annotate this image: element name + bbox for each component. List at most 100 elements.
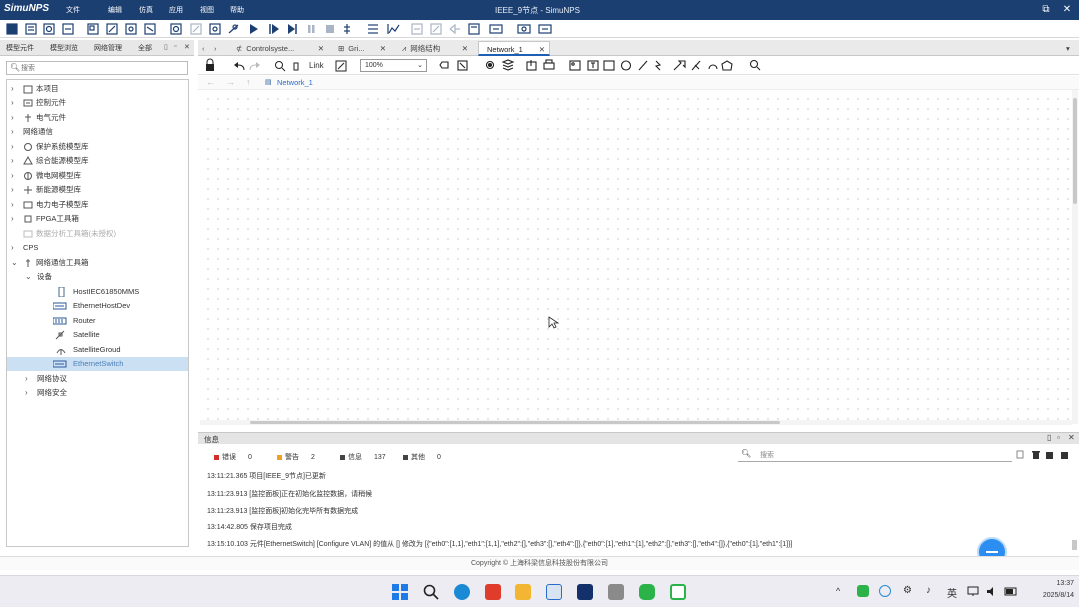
tab-all[interactable]: 全部 bbox=[138, 43, 152, 53]
tree-item-renewable[interactable]: › 新能源模型库 bbox=[7, 183, 188, 197]
tab-model-browser[interactable]: 模型浏览 bbox=[50, 43, 78, 53]
expand-arrow-icon[interactable]: › bbox=[11, 241, 19, 255]
canvas-vertical-scroll-thumb[interactable] bbox=[1073, 98, 1077, 204]
panel-float-icon[interactable]: ▯ bbox=[164, 43, 168, 51]
tab-scroll-right-icon[interactable]: › bbox=[214, 41, 217, 56]
tree-item-protection[interactable]: › 保护系统模型库 bbox=[7, 140, 188, 154]
zoom-select[interactable]: 100% ⌄ bbox=[360, 59, 427, 72]
tray-wechat-icon[interactable] bbox=[857, 585, 869, 597]
microphone-icon[interactable]: ♪ bbox=[926, 585, 931, 596]
tab-network-1[interactable]: Network_1 ✕ bbox=[478, 41, 550, 56]
tree-item-cps[interactable]: › CPS bbox=[7, 241, 188, 255]
search-icon[interactable] bbox=[423, 584, 439, 600]
expand-arrow-icon[interactable]: › bbox=[25, 386, 33, 400]
tab-close-icon[interactable]: ✕ bbox=[380, 41, 386, 56]
tree-item-fpga[interactable]: › FPGA工具箱 bbox=[7, 212, 188, 226]
tree-item-project[interactable]: › 本项目 bbox=[7, 82, 188, 96]
tree-item-protocols[interactable]: › 网络协议 bbox=[7, 372, 188, 386]
menu-edit[interactable]: 编辑 bbox=[108, 5, 122, 15]
tab-list-dropdown-icon[interactable]: ▾ bbox=[1066, 41, 1070, 56]
tab-network-manage[interactable]: 网络管理 bbox=[94, 43, 122, 53]
tree-item-network[interactable]: › 网络通信 bbox=[7, 125, 188, 139]
forward-arrow-icon[interactable]: → bbox=[226, 77, 235, 87]
tree-item-control[interactable]: › 控制元件 bbox=[7, 96, 188, 110]
battery-icon[interactable] bbox=[1004, 586, 1018, 597]
expand-arrow-icon[interactable]: › bbox=[11, 183, 19, 197]
tree-item-satellitegroud[interactable]: SatelliteGroud bbox=[7, 343, 188, 357]
tab-controlsystem[interactable]: ⊄ Controlsyste... ✕ bbox=[232, 41, 328, 56]
tree-item-electrical[interactable]: › 电气元件 bbox=[7, 111, 188, 125]
tree-item-satellite[interactable]: Satellite bbox=[7, 328, 188, 342]
clock-date[interactable]: 2025/8/14 bbox=[1028, 592, 1074, 599]
back-arrow-icon[interactable]: ← bbox=[206, 77, 215, 87]
menu-file[interactable]: 文件 bbox=[66, 5, 80, 15]
clock-time[interactable]: 13:37 bbox=[1044, 580, 1074, 587]
menu-simulate[interactable]: 仿真 bbox=[139, 5, 153, 15]
tab-close-icon[interactable]: ✕ bbox=[462, 41, 468, 56]
tab-close-icon[interactable]: ✕ bbox=[539, 42, 545, 57]
tab-close-icon[interactable]: ✕ bbox=[318, 41, 324, 56]
menu-view[interactable]: 视图 bbox=[200, 5, 214, 15]
expand-arrow-icon[interactable]: › bbox=[11, 111, 19, 125]
tab-network-structure[interactable]: ⩘ 网络结构 ✕ bbox=[398, 41, 472, 56]
expand-arrow-icon[interactable]: › bbox=[11, 198, 19, 212]
volume-icon[interactable] bbox=[986, 586, 998, 597]
panel-restore-icon[interactable]: ▫ bbox=[174, 43, 176, 50]
close-icon[interactable]: ✕ bbox=[1060, 3, 1074, 17]
network-canvas[interactable] bbox=[200, 90, 1072, 424]
panel-restore-icon[interactable]: ▫ bbox=[1057, 433, 1060, 442]
panel-float-icon[interactable]: ▯ bbox=[1047, 433, 1051, 442]
expand-arrow-icon[interactable]: › bbox=[11, 125, 19, 139]
tab-model-elements[interactable]: 模型元件 bbox=[6, 43, 34, 53]
tree-item-data-analysis[interactable]: 数据分析工具箱(未授权) bbox=[7, 227, 188, 241]
wechat-icon[interactable] bbox=[639, 584, 655, 600]
collapse-arrow-icon[interactable]: ⌄ bbox=[11, 256, 19, 270]
up-arrow-icon[interactable]: ↑ bbox=[246, 77, 251, 87]
tree-item-devices[interactable]: ⌄ 设备 bbox=[7, 270, 188, 284]
wps-icon[interactable] bbox=[485, 584, 501, 600]
tree-item-power-electronics[interactable]: › 电力电子模型库 bbox=[7, 198, 188, 212]
tree-item-microgrid[interactable]: › 微电网模型库 bbox=[7, 169, 188, 183]
expand-arrow-icon[interactable]: › bbox=[11, 140, 19, 154]
network-icon[interactable] bbox=[967, 586, 979, 597]
app-a-icon[interactable] bbox=[546, 584, 562, 600]
tree-item-router[interactable]: Router bbox=[7, 314, 188, 328]
windows-start-icon[interactable] bbox=[392, 584, 408, 600]
tree-item-network-toolbox[interactable]: ⌄ 网络通信工具箱 bbox=[7, 256, 188, 270]
ime-indicator[interactable]: 英 bbox=[947, 585, 957, 600]
tray-settings-icon[interactable]: ⚙︎ bbox=[903, 585, 912, 596]
info-scroll-thumb[interactable] bbox=[1072, 540, 1077, 550]
tray-app-icon[interactable] bbox=[879, 585, 891, 597]
expand-arrow-icon[interactable]: › bbox=[11, 96, 19, 110]
info-filter[interactable]: 信息 137 bbox=[340, 452, 386, 462]
expand-arrow-icon[interactable]: › bbox=[11, 82, 19, 96]
tree-item-hostiec61850mms[interactable]: HostIEC61850MMS bbox=[7, 285, 188, 299]
tree-item-ethernetswitch[interactable]: EthernetSwitch bbox=[7, 357, 188, 371]
breadcrumb-network-1[interactable]: Network_1 bbox=[277, 78, 313, 87]
tab-grid[interactable]: ⊞ Gri... ✕ bbox=[334, 41, 390, 56]
expand-arrow-icon[interactable]: › bbox=[11, 212, 19, 226]
app-terminal-icon[interactable] bbox=[608, 584, 624, 600]
error-filter[interactable]: 错误 0 bbox=[214, 452, 252, 462]
info-search-box[interactable]: 🔍︎ 搜索 bbox=[738, 449, 1012, 462]
tree-item-security[interactable]: › 网络安全 bbox=[7, 386, 188, 400]
canvas-horizontal-scroll-thumb[interactable] bbox=[250, 421, 780, 424]
warning-filter[interactable]: 警告 2 bbox=[277, 452, 315, 462]
tray-chevron-up-icon[interactable]: ^ bbox=[836, 586, 840, 596]
panel-close-icon[interactable]: ✕ bbox=[1068, 433, 1075, 442]
expand-arrow-icon[interactable]: › bbox=[11, 154, 19, 168]
file-explorer-icon[interactable] bbox=[515, 584, 531, 600]
link-tool[interactable]: Link bbox=[309, 61, 324, 70]
panel-close-icon[interactable]: ✕ bbox=[184, 43, 190, 51]
tab-scroll-left-icon[interactable]: ‹ bbox=[202, 41, 205, 56]
menu-apply[interactable]: 应用 bbox=[169, 5, 183, 15]
info-action-icons[interactable] bbox=[1016, 450, 1072, 460]
tree-search-input[interactable] bbox=[21, 62, 171, 74]
collapse-arrow-icon[interactable]: ⌄ bbox=[25, 270, 33, 284]
tree-item-integrated-energy[interactable]: › 综合能源模型库 bbox=[7, 154, 188, 168]
tree-item-ethernethostdev[interactable]: EthernetHostDev bbox=[7, 299, 188, 313]
restore-icon[interactable]: ⧉ bbox=[1039, 3, 1053, 17]
app-monitor-icon[interactable] bbox=[670, 584, 686, 600]
menu-help[interactable]: 帮助 bbox=[230, 5, 244, 15]
other-filter[interactable]: 其他 0 bbox=[403, 452, 441, 462]
